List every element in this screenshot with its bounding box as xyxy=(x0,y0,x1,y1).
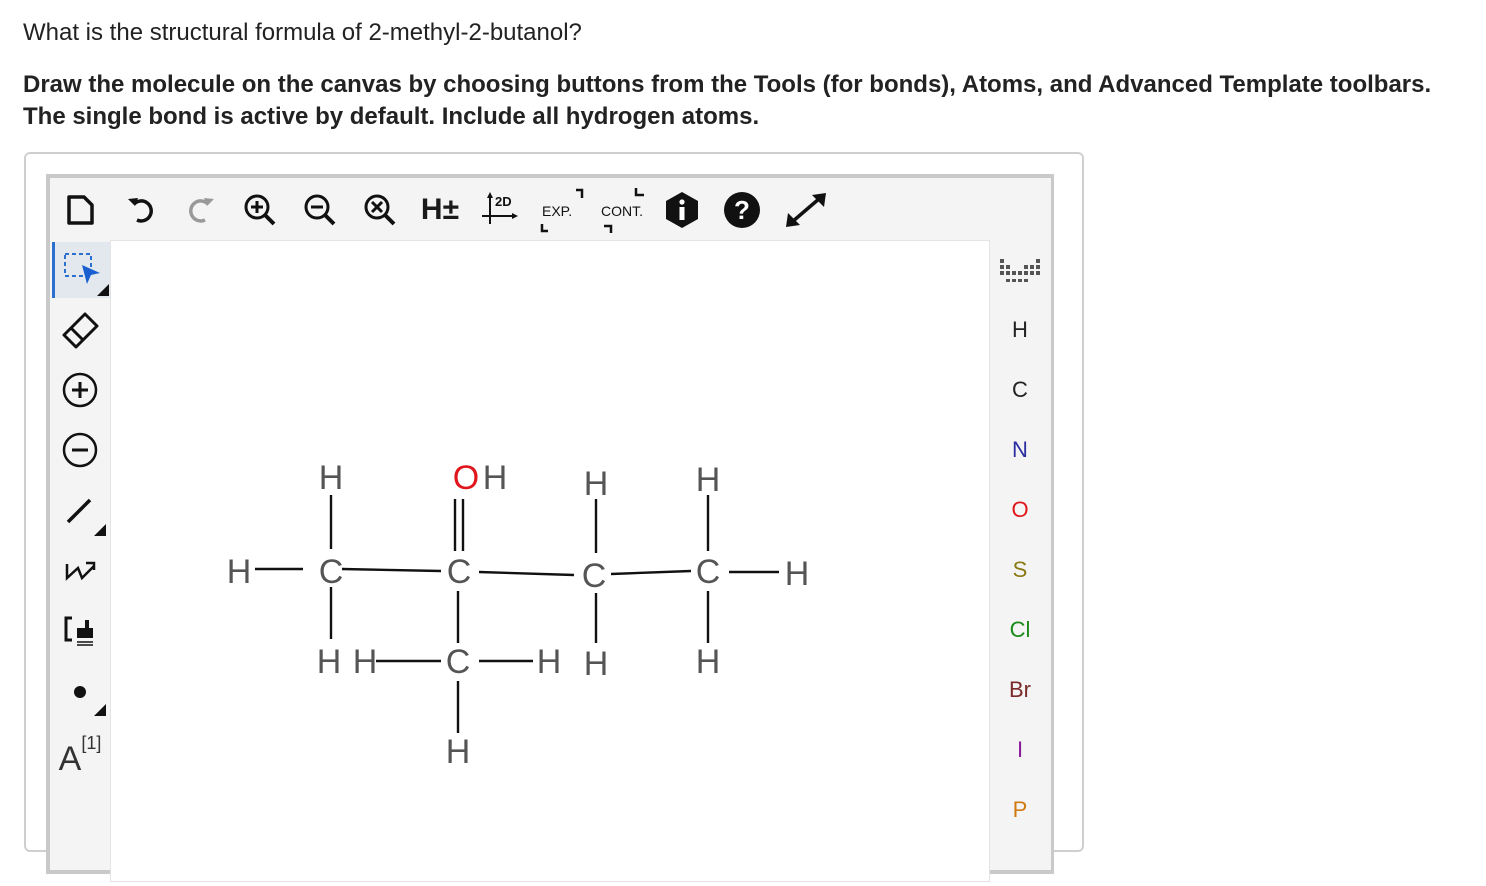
clean2d-label: 2D xyxy=(495,194,512,209)
expand-icon: EXP. xyxy=(540,188,584,233)
template-icon xyxy=(64,616,93,646)
atoms-toolbar: H C N O S Cl Br I P xyxy=(990,240,1050,870)
molecule-editor: H± 2D EXP. CONT. ? A [1] H O H H H H C C… xyxy=(46,174,1054,882)
atom-h-bottom-1: H xyxy=(317,643,342,681)
clean-2d-button[interactable]: 2D xyxy=(480,190,524,230)
atom-cl-button[interactable]: Cl xyxy=(990,600,1050,660)
atom-h-right: H xyxy=(785,555,810,593)
atom-c-button[interactable]: C xyxy=(990,360,1050,420)
fullscreen-button[interactable] xyxy=(782,190,830,230)
atom-s-button[interactable]: S xyxy=(990,540,1050,600)
atom-h-left: H xyxy=(227,553,252,591)
toggle-hydrogens-button[interactable]: H± xyxy=(418,190,462,230)
info-button[interactable] xyxy=(662,190,702,230)
periodic-table-button[interactable] xyxy=(990,242,1050,298)
atom-h-methyl-left: H xyxy=(353,643,378,681)
molecule-structure: H O H H H H C C C C H H H C H H H H xyxy=(227,459,810,771)
instructions-text: Draw the molecule on the canvas by choos… xyxy=(23,71,1432,130)
question-text: What is the structural formula of 2-meth… xyxy=(23,19,582,46)
left-toolbar: A [1] xyxy=(50,240,111,870)
atom-h-bottom-3: H xyxy=(584,645,609,683)
help-button[interactable]: ? xyxy=(722,190,762,230)
radical-tool-button[interactable] xyxy=(52,662,108,718)
charge-minus-icon xyxy=(62,432,98,468)
atom-o-symbol: O xyxy=(1011,497,1029,522)
info-icon xyxy=(666,192,698,228)
charge-plus-button[interactable] xyxy=(52,362,108,418)
zoom-out-button[interactable] xyxy=(300,190,340,230)
select-tool-button[interactable] xyxy=(52,242,111,298)
drawing-canvas[interactable]: H O H H H H C C C C H H H C H H H H xyxy=(110,240,990,882)
atom-o: O xyxy=(453,459,479,497)
atom-n-button[interactable]: N xyxy=(990,420,1050,480)
atom-o-button[interactable]: O xyxy=(990,480,1050,540)
atom-h-methyl-bottom: H xyxy=(446,733,471,771)
atom-h-top-1: H xyxy=(319,459,344,497)
charge-plus-icon xyxy=(62,372,98,408)
atom-c4: C xyxy=(696,553,721,591)
undo-button[interactable] xyxy=(122,190,162,230)
bond-submenu-indicator xyxy=(94,524,106,536)
eraser-icon xyxy=(62,312,99,349)
atom-i-button[interactable]: I xyxy=(990,720,1050,780)
atom-h-button[interactable]: H xyxy=(990,300,1050,360)
single-bond-button[interactable] xyxy=(52,482,108,538)
atom-p-symbol: P xyxy=(1012,797,1028,822)
chain-icon xyxy=(65,561,96,581)
redo-icon xyxy=(189,198,214,223)
atom-i-symbol: I xyxy=(1016,737,1024,762)
atom-h-symbol: H xyxy=(1012,317,1028,342)
document-icon xyxy=(67,195,94,225)
contract-label: CONT. xyxy=(601,203,643,219)
clean2d-icon: 2D xyxy=(482,192,518,224)
contract-icon: CONT. xyxy=(601,188,644,233)
zoom-in-button[interactable] xyxy=(240,190,280,230)
atom-s-symbol: S xyxy=(1012,557,1028,582)
atom-c2: C xyxy=(447,553,472,591)
h-toggle-label: H± xyxy=(420,193,460,226)
zoom-reset-icon xyxy=(364,194,396,226)
redo-button[interactable] xyxy=(180,190,220,230)
atom-c3: C xyxy=(582,557,607,595)
bond-c2-c3 xyxy=(478,570,575,577)
expand-button[interactable]: EXP. xyxy=(538,188,588,233)
atom-map-label: A xyxy=(58,739,82,778)
atom-n-symbol: N xyxy=(1012,437,1028,462)
atom-cl-symbol: Cl xyxy=(1009,617,1031,642)
zoom-out-icon xyxy=(304,194,336,226)
atom-h-top-4: H xyxy=(696,461,721,499)
atom-c-symbol: C xyxy=(1012,377,1028,402)
template-tool-button[interactable] xyxy=(52,602,108,658)
atom-br-button[interactable]: Br xyxy=(990,660,1050,720)
atom-map-button[interactable]: A [1] xyxy=(52,722,108,778)
zoom-reset-button[interactable] xyxy=(360,190,400,230)
fullscreen-icon xyxy=(786,193,826,227)
select-submenu-indicator xyxy=(97,284,109,296)
radical-submenu-indicator xyxy=(94,704,106,716)
bond-c3-c4 xyxy=(610,569,692,576)
chain-tool-button[interactable] xyxy=(52,542,108,598)
atom-h-top-3: H xyxy=(584,465,609,503)
atom-map-superscript: [1] xyxy=(81,732,102,753)
atom-h-methyl-right: H xyxy=(537,643,562,681)
new-document-button[interactable] xyxy=(60,190,100,230)
undo-icon xyxy=(128,198,153,223)
expand-label: EXP. xyxy=(542,203,572,219)
atom-h-hydroxyl: H xyxy=(483,459,508,497)
help-icon: ? xyxy=(724,192,760,228)
atom-c-methyl: C xyxy=(446,643,471,681)
atom-br-symbol: Br xyxy=(1009,677,1031,702)
atom-p-button[interactable]: P xyxy=(990,780,1050,840)
eraser-tool-button[interactable] xyxy=(52,302,108,358)
atom-c1: C xyxy=(319,553,344,591)
bond-c1-c2 xyxy=(341,567,442,573)
periodic-table-icon xyxy=(1000,259,1040,282)
svg-text:?: ? xyxy=(734,195,750,225)
charge-minus-button[interactable] xyxy=(52,422,108,478)
top-toolbar: H± 2D EXP. CONT. ? xyxy=(50,178,1051,240)
zoom-in-icon xyxy=(244,194,276,226)
contract-button[interactable]: CONT. xyxy=(598,188,652,233)
atom-h-bottom-4: H xyxy=(696,643,721,681)
